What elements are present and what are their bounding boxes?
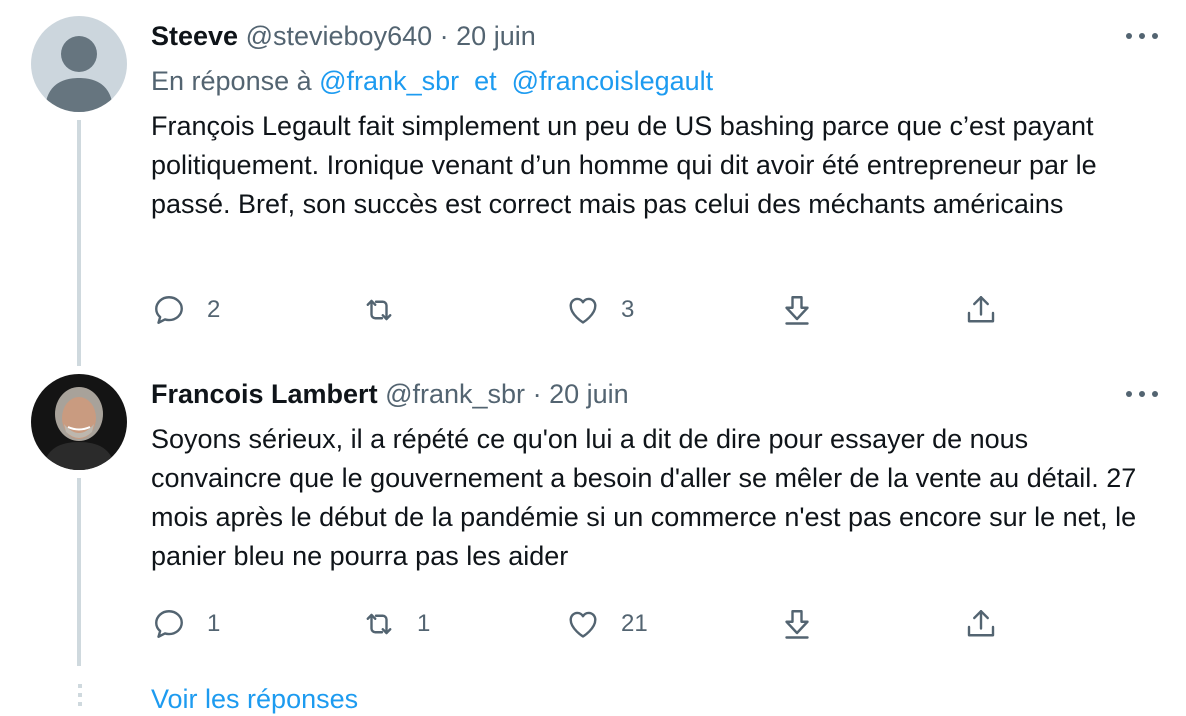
thread-line — [77, 478, 81, 666]
share-button[interactable] — [963, 290, 999, 330]
like-button[interactable]: 3 — [565, 290, 634, 330]
tweet-actions: 1 1 21 — [151, 604, 1031, 644]
tweet-header: Francois Lambert @frank_sbr · 20 juin — [151, 377, 629, 411]
reply-icon — [155, 296, 183, 324]
arrow-down-icon — [785, 610, 809, 639]
like-count: 3 — [621, 296, 635, 323]
reply-to-connector[interactable]: et — [474, 66, 497, 96]
retweet-button[interactable] — [361, 290, 417, 330]
heart-icon — [569, 297, 597, 324]
mention-link[interactable]: @frank_sbr — [319, 66, 459, 96]
share-icon — [967, 296, 995, 323]
tweet-date[interactable]: 20 juin — [549, 379, 629, 409]
like-count: 21 — [621, 610, 648, 637]
avatar[interactable] — [31, 374, 127, 470]
avatar[interactable] — [31, 16, 127, 112]
reply-to-line: En réponse à @frank_sbr et @francoislega… — [151, 64, 713, 98]
user-handle[interactable]: @frank_sbr — [385, 379, 525, 409]
tweet-actions: 2 3 — [151, 290, 1031, 330]
user-name[interactable]: Steeve — [151, 21, 238, 51]
more-options-icon[interactable] — [1126, 388, 1158, 400]
user-name[interactable]: Francois Lambert — [151, 379, 378, 409]
reply-count: 2 — [207, 296, 221, 323]
retweet-icon — [366, 613, 392, 635]
tweet-header: Steeve @stevieboy640 · 20 juin — [151, 19, 536, 53]
retweet-button[interactable]: 1 — [361, 604, 430, 644]
separator: · — [439, 21, 449, 51]
show-replies-link[interactable]: Voir les réponses — [151, 682, 358, 716]
share-button[interactable] — [963, 604, 999, 644]
share-icon — [967, 610, 995, 637]
reply-button[interactable]: 2 — [151, 290, 220, 330]
tweet[interactable]: Steeve @stevieboy640 · 20 juin En répons… — [0, 0, 1186, 372]
heart-icon — [569, 611, 597, 638]
retweet-count: 1 — [417, 610, 431, 637]
tweet-text: Soyons sérieux, il a répété ce qu'on lui… — [151, 424, 1137, 571]
thread-continuation-dots — [78, 684, 82, 706]
retweet-icon — [366, 299, 392, 321]
reply-count: 1 — [207, 610, 221, 637]
reply-button[interactable]: 1 — [151, 604, 220, 644]
reply-to-prefix: En réponse à — [151, 66, 312, 96]
bookmark-button[interactable] — [779, 290, 815, 330]
mention-link[interactable]: @francoislegault — [512, 66, 714, 96]
arrow-down-icon — [785, 296, 809, 325]
tweet-text: François Legault fait simplement un peu … — [151, 111, 1097, 219]
reply-icon — [155, 610, 183, 638]
like-button[interactable]: 21 — [565, 604, 648, 644]
thread-line — [77, 120, 81, 366]
tweet-date[interactable]: 20 juin — [456, 21, 536, 51]
bookmark-button[interactable] — [779, 604, 815, 644]
user-handle[interactable]: @stevieboy640 — [246, 21, 433, 51]
separator: · — [532, 379, 542, 409]
more-options-icon[interactable] — [1126, 30, 1158, 42]
tweet[interactable]: Francois Lambert @frank_sbr · 20 juin So… — [0, 372, 1186, 672]
